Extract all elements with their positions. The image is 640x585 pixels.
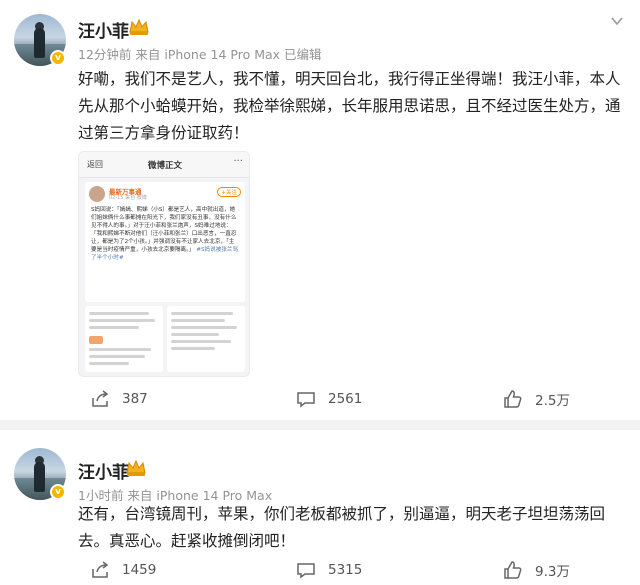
screenshot-follow-button: +关注 [217, 187, 241, 197]
like-button[interactable]: 9.3万 [503, 558, 570, 582]
post-content: 好嘞，我们不是艺人，我不懂，明天回台北，我行得正坐得端！我汪小菲，本人先从那个小… [78, 70, 621, 142]
screenshot-card [85, 306, 163, 372]
action-bar: 387 2561 2.5万 [0, 387, 640, 411]
weibo-post: v 汪小菲 1小时前 来自 iPhone 14 Pro Max 还有，台湾镜周刊… [0, 430, 640, 585]
like-button[interactable]: 2.5万 [503, 387, 570, 411]
verified-badge-icon: v [50, 50, 66, 66]
screenshot-meta: 02-15 来自 微博 [109, 195, 147, 201]
share-icon [92, 390, 109, 407]
chevron-down-icon[interactable] [610, 14, 624, 28]
post-meta: 12分钟前 来自 iPhone 14 Pro Max 已编辑 [78, 47, 322, 62]
embedded-screenshot-image[interactable]: 返回 微博正文 ··· 最新万事通 02-15 来自 微博 +关注 S妈回说：「… [78, 151, 250, 377]
comment-button[interactable]: 5315 [296, 558, 362, 582]
comment-icon [297, 392, 315, 408]
verified-badge-icon: v [50, 484, 66, 500]
screenshot-avatar [89, 186, 105, 202]
screenshot-text: S妈回说：「嫣嫣、熙娣（小S）都是艺人，高中就出道，她们姐妹俩什么事都摊在阳光下… [91, 206, 239, 262]
share-button[interactable]: 387 [90, 387, 148, 411]
like-count: 2.5万 [535, 393, 570, 409]
author-name[interactable]: 汪小菲 [78, 458, 129, 483]
share-icon [92, 561, 109, 578]
screenshot-card [167, 306, 245, 372]
share-count: 1459 [122, 562, 157, 578]
screenshot-more-label: ··· [233, 156, 243, 167]
action-bar: 1459 5315 9.3万 [0, 558, 640, 582]
crown-icon [129, 18, 149, 35]
comment-count: 2561 [328, 391, 363, 407]
comment-button[interactable]: 2561 [296, 387, 362, 411]
screenshot-post-body: 最新万事通 02-15 来自 微博 +关注 S妈回说：「嫣嫣、熙娣（小S）都是艺… [85, 182, 245, 302]
share-button[interactable]: 1459 [90, 558, 156, 582]
screenshot-title: 微博正文 [147, 161, 182, 171]
like-count: 9.3万 [535, 564, 570, 580]
post-content: 还有，台湾镜周刊，苹果，你们老板都被抓了，别逼逼，明天老子坦坦荡荡回去。真恶心。… [78, 505, 606, 550]
share-count: 387 [122, 391, 148, 407]
post-separator [0, 420, 640, 430]
comment-count: 5315 [328, 562, 363, 578]
comment-icon [297, 563, 315, 579]
weibo-post: v 汪小菲 12分钟前 来自 iPhone 14 Pro Max 已编辑 好嘞，… [0, 0, 640, 420]
screenshot-header: 返回 微博正文 ··· [79, 152, 249, 178]
screenshot-cards [85, 306, 245, 372]
like-icon [504, 390, 522, 408]
author-name[interactable]: 汪小菲 [78, 17, 129, 42]
like-icon [504, 561, 522, 579]
crown-icon [126, 459, 146, 476]
